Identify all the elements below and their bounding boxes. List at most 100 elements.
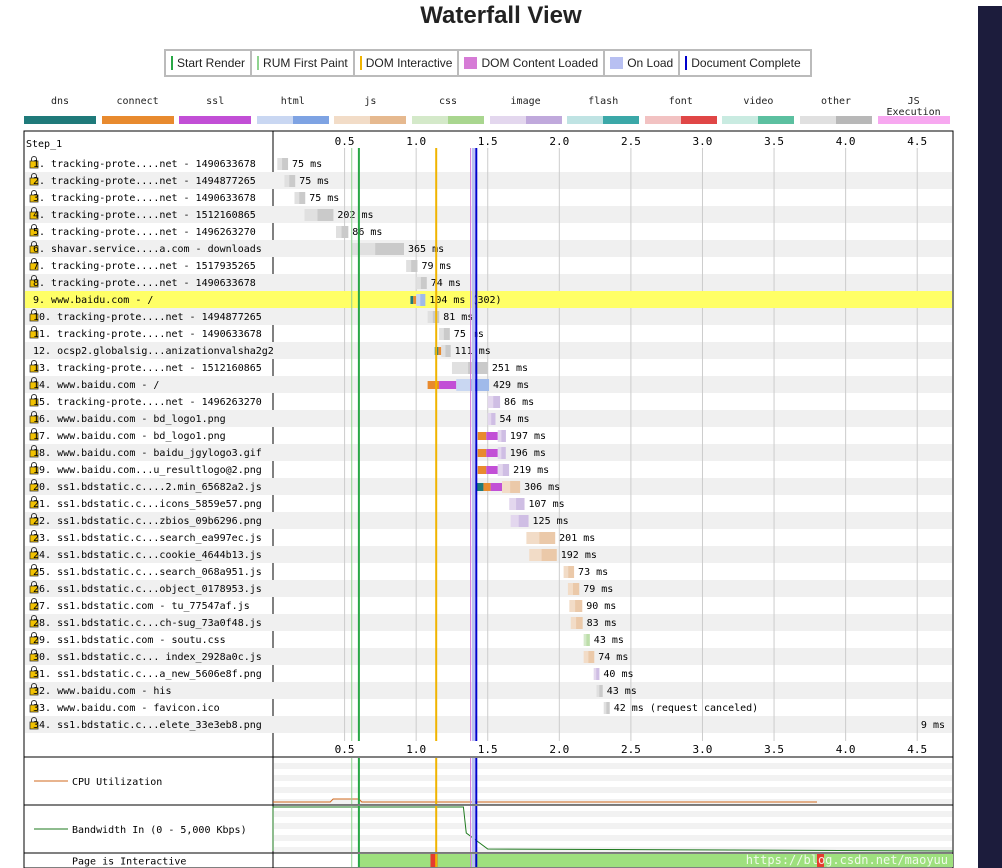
request-timing: 104 ms (302) [429, 295, 501, 306]
request-bar-download [516, 498, 525, 510]
request-bar [294, 192, 306, 204]
x-tick-label-top: 3.5 [764, 135, 784, 148]
lock-icon [29, 704, 39, 713]
chart-frame [23, 130, 954, 868]
request-label: 12. ocsp2.globalsig...anizationvalsha2g2 [33, 346, 274, 357]
panel-stripe [274, 823, 952, 829]
request-label: 9. www.baidu.com - / [33, 295, 153, 306]
request-bar [416, 294, 426, 306]
lock-icon [29, 279, 39, 288]
lock-icon [29, 687, 39, 696]
request-bar-download [539, 532, 556, 544]
legend-item: DOM Interactive [355, 51, 460, 75]
request-phase [439, 381, 457, 389]
request-timing: 43 ms [607, 686, 637, 697]
request-bar-download [411, 260, 418, 272]
request-label: 7. tracking-prote....net - 1517935265 [33, 261, 256, 272]
type-swatch [722, 116, 795, 124]
lock-icon [29, 228, 39, 237]
request-timing: 74 ms [431, 278, 461, 289]
lock-icon [29, 534, 39, 543]
request-label: 16. www.baidu.com - bd_logo1.png [33, 414, 226, 425]
blocked-marker [430, 854, 438, 867]
request-bar-download [299, 192, 306, 204]
request-bar [497, 430, 506, 442]
legend-item: Document Complete [680, 51, 805, 75]
request-label: 8. tracking-prote....net - 1490633678 [33, 278, 256, 289]
request-label: 21. ss1.bdstatic.c...icons_5859e57.png [33, 499, 262, 510]
request-bar [563, 566, 575, 578]
request-timing: 197 ms [510, 431, 546, 442]
request-phase [427, 381, 440, 389]
request-bar [351, 243, 404, 255]
lock-icon-shackle [31, 411, 37, 416]
row-stripe [25, 546, 952, 563]
lock-icon-shackle [31, 615, 37, 620]
request-timing: 219 ms [513, 465, 549, 476]
request-bar [284, 175, 296, 187]
lock-icon [29, 517, 39, 526]
interactive-bar [358, 854, 953, 867]
panel-stripe [274, 847, 952, 853]
side-strip [978, 6, 1002, 868]
legend-label: RUM First Paint [263, 56, 348, 70]
x-tick-label-top: 1.0 [406, 135, 426, 148]
request-bar-download [491, 413, 496, 425]
request-timing: 429 ms [493, 380, 529, 391]
lock-icon-shackle [31, 479, 37, 484]
type-label: dns [50, 96, 70, 107]
lock-icon [29, 432, 39, 441]
lock-icon-shackle [31, 445, 37, 450]
row-stripe [25, 682, 952, 699]
request-bar-download [445, 345, 451, 357]
request-timing: 111 ms [455, 346, 491, 357]
request-label: 23. ss1.bdstatic.c...search_ea997ec.js [33, 533, 262, 544]
legend-label: DOM Content Loaded [481, 56, 599, 70]
lock-icon [29, 262, 39, 271]
legend-swatch [257, 56, 260, 70]
request-timing: 107 ms [529, 499, 565, 510]
x-tick-label-top: 2.0 [549, 135, 569, 148]
lock-icon [29, 653, 39, 662]
lock-icon [29, 364, 39, 373]
row-stripe [25, 444, 952, 461]
lock-icon [29, 619, 39, 628]
request-phase [434, 347, 439, 355]
request-label: 13. tracking-prote....net - 1512160865 [33, 363, 262, 374]
lock-icon-shackle [31, 598, 37, 603]
x-tick-label-bottom: 0.5 [335, 743, 355, 756]
row-stripe [25, 240, 952, 257]
lock-icon [29, 500, 39, 509]
x-tick-label-top: 4.5 [907, 135, 927, 148]
type-swatch [256, 116, 329, 124]
legend-label: On Load [627, 56, 674, 70]
request-label: 11. tracking-prote....net - 1490633678 [33, 329, 262, 340]
request-timing: 86 ms [352, 227, 382, 238]
lock-icon-shackle [31, 394, 37, 399]
lock-icon-shackle [31, 241, 37, 246]
lock-icon-shackle [31, 224, 37, 229]
lock-icon [29, 398, 39, 407]
type-label: font [668, 96, 693, 107]
lock-icon [29, 721, 39, 730]
request-bar-download [468, 362, 488, 374]
request-bar-download [420, 294, 426, 306]
panel-stripe [274, 811, 952, 817]
legend-swatch [464, 57, 478, 69]
type-swatch [412, 116, 484, 124]
blocked-marker [817, 854, 824, 867]
type-label: flash [588, 96, 619, 107]
x-tick-label-top: 0.5 [335, 135, 355, 148]
step-label: Step_1 [26, 139, 62, 150]
request-bar [502, 481, 521, 493]
request-bar [304, 209, 334, 221]
request-phase [477, 466, 487, 474]
row-stripe [25, 478, 952, 495]
type-label: html [280, 96, 305, 107]
request-label: 26. ss1.bdstatic.c...object_0178953.js [33, 584, 262, 595]
event-legend: Start Render RUM First Paint DOM Interacti… [164, 49, 812, 77]
request-timing: 251 ms [492, 363, 528, 374]
request-bar [583, 634, 590, 646]
request-bar-download [432, 311, 440, 323]
row-stripe [25, 512, 952, 529]
